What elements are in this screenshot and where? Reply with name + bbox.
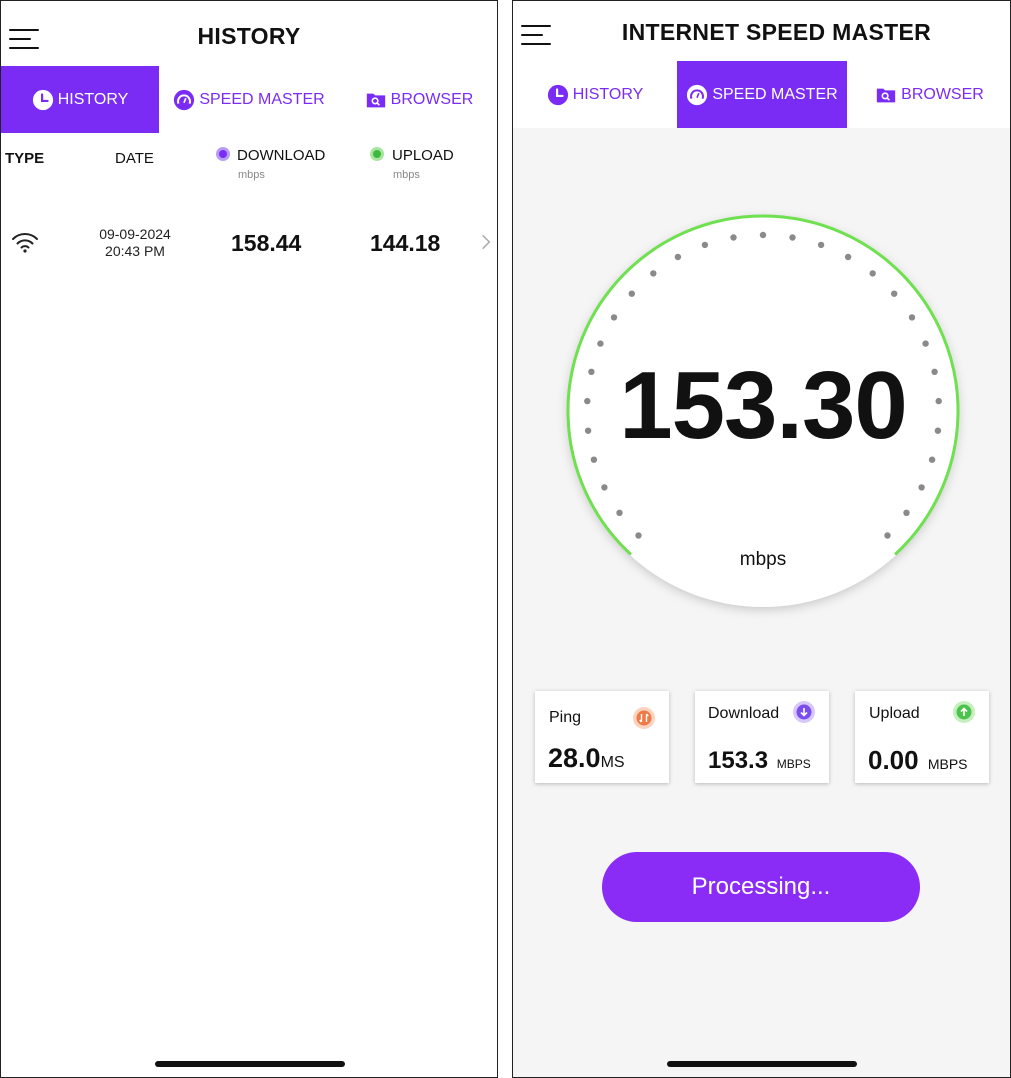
upload-value: 0.00 MBPS [868, 745, 968, 776]
folder-search-icon [876, 88, 896, 102]
wifi-icon [12, 233, 38, 253]
tab-bar: HISTORY SPEED MASTER BROWSER [513, 61, 1010, 128]
upload-unit: mbps [393, 169, 420, 181]
history-table-header: TYPE DATE DOWNLOAD mbps UPLOAD mbps [1, 141, 497, 201]
speed-test-screen: INTERNET SPEED MASTER HISTORY SPEED MAST… [512, 0, 1011, 1078]
home-indicator [155, 1061, 345, 1067]
row-upload: 144.18 [370, 230, 441, 256]
gauge-tick-dot [635, 532, 642, 539]
tab-browser[interactable]: BROWSER [339, 66, 497, 133]
folder-search-icon [366, 93, 385, 107]
gauge-tick-dot [922, 340, 929, 347]
gauge-tick-dot [817, 241, 825, 249]
upload-arrow-icon [953, 701, 975, 723]
tab-history[interactable]: HISTORY [1, 66, 159, 133]
gauge-tick-dot [908, 314, 916, 321]
speed-gauge: 153.30 mbps [563, 211, 963, 611]
download-value: 153.3 MBPS [708, 747, 811, 775]
gauge-tick-dot [650, 270, 657, 277]
gauge-tick-dot [891, 290, 898, 297]
tab-browser[interactable]: BROWSER [847, 61, 1010, 128]
ping-unit: MS [600, 754, 625, 771]
tab-label: SPEED MASTER [712, 85, 838, 103]
chevron-right-icon[interactable] [481, 233, 491, 251]
download-dot-icon [216, 147, 230, 161]
gauge-tick-dot [674, 253, 682, 261]
history-screen: HISTORY HISTORY SPEED MASTER BROWSER TYP… [0, 0, 498, 1078]
gauge-tick-dot [616, 509, 623, 516]
gauge-tick-dot [903, 509, 910, 516]
tab-speed-master[interactable]: SPEED MASTER [677, 61, 847, 128]
column-type: TYPE [5, 150, 45, 167]
tab-bar: HISTORY SPEED MASTER BROWSER [1, 66, 497, 133]
ping-value: 28.0MS [548, 743, 625, 774]
tab-label: SPEED MASTER [199, 90, 325, 108]
gauge-tick-dot [759, 231, 767, 239]
gauge-speed-unit: mbps [739, 549, 787, 570]
gauge-tick-dot [789, 234, 796, 241]
tab-history[interactable]: HISTORY [513, 61, 677, 128]
tab-label: HISTORY [57, 90, 129, 108]
upload-number: 0.00 [868, 745, 919, 775]
row-datetime: 09-09-2024 20:43 PM [85, 226, 185, 260]
column-upload: UPLOAD [392, 147, 454, 164]
upload-card: Upload 0.00 MBPS [855, 691, 989, 783]
gauge-tick-dot [610, 314, 618, 321]
ping-card: Ping 28.0MS [535, 691, 669, 783]
column-date: DATE [115, 150, 154, 167]
gauge-tick-dot [701, 241, 709, 249]
page-title: INTERNET SPEED MASTER [621, 19, 932, 45]
speedometer-icon [687, 84, 708, 105]
tab-label: BROWSER [901, 85, 984, 103]
gauge-tick-dot [730, 234, 737, 241]
gauge-tick-dot [869, 270, 876, 277]
upload-unit: MBPS [927, 756, 968, 772]
gauge-tick-dot [601, 484, 608, 491]
download-label: Download [708, 705, 780, 722]
gauge-tick-dot [884, 532, 891, 539]
tab-label: BROWSER [390, 90, 474, 108]
ping-icon [633, 707, 655, 729]
gauge-tick-dot [844, 253, 852, 261]
processing-button[interactable]: Processing... [602, 852, 920, 922]
download-arrow-icon [793, 701, 815, 723]
download-number: 153.3 [708, 747, 769, 774]
tab-speed-master[interactable]: SPEED MASTER [159, 66, 339, 133]
column-download: DOWNLOAD [237, 147, 326, 164]
upload-label: Upload [869, 705, 920, 722]
row-time: 20:43 PM [105, 243, 165, 259]
clock-icon [32, 89, 53, 110]
download-unit: MBPS [776, 757, 811, 771]
gauge-tick-dot [628, 290, 635, 297]
upload-dot-icon [370, 147, 384, 161]
gauge-tick-dot [597, 340, 604, 347]
ping-label: Ping [549, 709, 582, 726]
page-title: HISTORY [197, 23, 301, 49]
row-date: 09-09-2024 [99, 226, 171, 242]
table-row[interactable]: 09-09-2024 20:43 PM 158.44 144.18 [1, 221, 497, 271]
home-indicator [667, 1061, 857, 1067]
ping-number: 28.0 [548, 743, 601, 773]
download-card: Download 153.3 MBPS [695, 691, 829, 783]
speedometer-icon [174, 89, 195, 110]
tab-label: HISTORY [572, 85, 644, 103]
download-unit: mbps [238, 169, 265, 181]
row-download: 158.44 [231, 230, 302, 256]
clock-icon [547, 84, 568, 105]
gauge-speed-value: 153.30 [619, 352, 908, 459]
gauge-tick-dot [918, 484, 925, 491]
